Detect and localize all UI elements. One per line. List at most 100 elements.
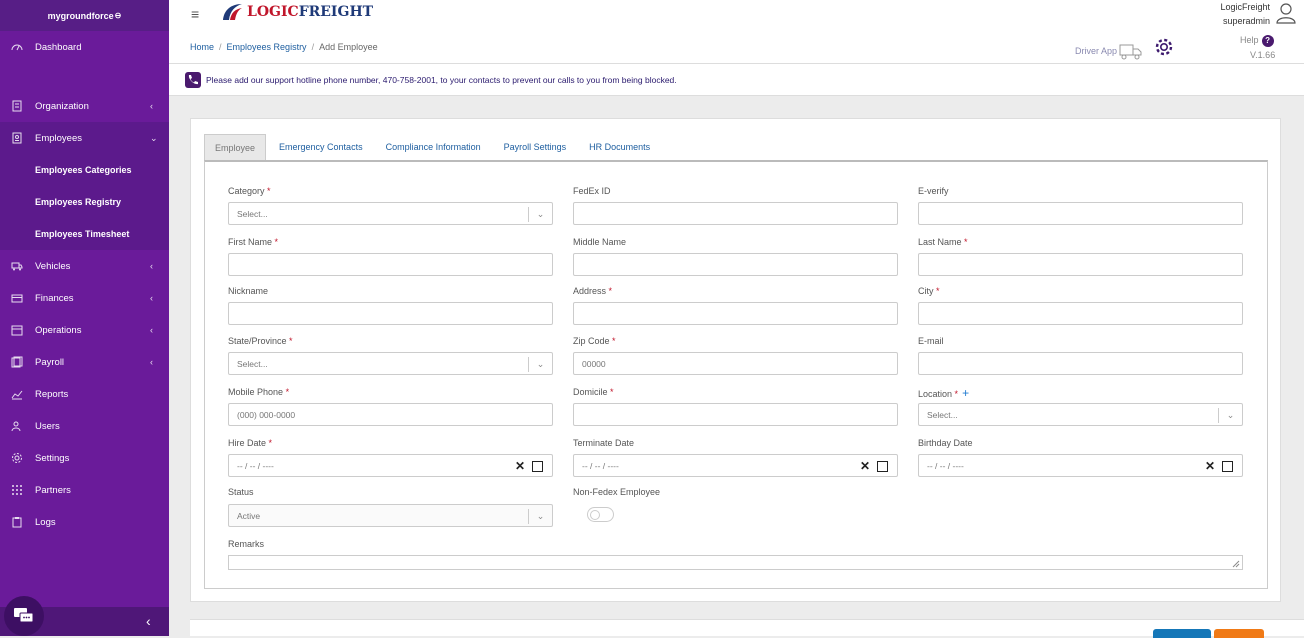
wallet-icon xyxy=(11,294,23,303)
mobile-phone-input[interactable]: (000) 000-0000 xyxy=(228,403,553,426)
breadcrumb-home[interactable]: Home xyxy=(190,42,214,52)
delivery-truck-icon xyxy=(1119,44,1142,60)
save-button[interactable] xyxy=(1153,629,1211,638)
terminate-date-label: Terminate Date xyxy=(573,438,635,448)
terminate-date-input[interactable]: -- / -- / ---- ✕ xyxy=(573,454,898,477)
tab-payroll-settings[interactable]: Payroll Settings xyxy=(494,134,577,160)
state-placeholder: Select... xyxy=(237,358,268,369)
non-fedex-employee-toggle[interactable] xyxy=(587,507,614,522)
calendar-icon[interactable] xyxy=(532,461,543,472)
help-link[interactable]: Help? xyxy=(1240,35,1274,47)
breadcrumb-separator: / xyxy=(219,42,222,52)
sidebar-item-finances[interactable]: Finances ‹ xyxy=(0,282,169,314)
zip-code-input[interactable]: 00000 xyxy=(573,352,898,375)
calendar-icon[interactable] xyxy=(877,461,888,472)
email-input[interactable] xyxy=(918,352,1243,375)
clear-icon[interactable]: ✕ xyxy=(1205,459,1215,473)
tab-emergency-contacts[interactable]: Emergency Contacts xyxy=(269,134,373,160)
hire-date-label: Hire Date * xyxy=(228,438,273,448)
terminate-date-placeholder: -- / -- / ---- xyxy=(582,460,619,471)
chevron-left-icon: ‹ xyxy=(150,325,153,335)
building-icon xyxy=(12,100,22,112)
cancel-button[interactable] xyxy=(1214,629,1264,638)
category-select[interactable]: Select... ⌄ xyxy=(228,202,553,225)
sidebar-item-employees[interactable]: Employees ⌄ xyxy=(0,122,169,154)
driver-app-link[interactable]: Driver App xyxy=(1075,42,1143,60)
e-verify-input[interactable] xyxy=(918,202,1243,225)
sidebar-item-label: Settings xyxy=(35,452,70,464)
hire-date-input[interactable]: -- / -- / ---- ✕ xyxy=(228,454,553,477)
user-avatar-icon[interactable] xyxy=(1276,2,1296,24)
nickname-label: Nickname xyxy=(228,286,269,296)
middle-name-input[interactable] xyxy=(573,253,898,276)
sidebar-item-payroll[interactable]: Payroll ‹ xyxy=(0,346,169,378)
chevron-down-icon: ⌄ xyxy=(528,357,552,372)
resize-handle-icon[interactable] xyxy=(1232,560,1240,568)
birthday-date-input[interactable]: -- / -- / ---- ✕ xyxy=(918,454,1243,477)
chevron-left-icon: ‹ xyxy=(150,293,153,303)
sidebar-subitem-employees-timesheet[interactable]: Employees Timesheet xyxy=(0,218,169,250)
chevron-left-icon: ‹ xyxy=(150,261,153,271)
driver-app-label: Driver App xyxy=(1075,46,1118,56)
location-select[interactable]: Select... ⌄ xyxy=(918,403,1243,426)
sidebar-item-settings[interactable]: Settings xyxy=(0,442,169,474)
birthday-date-placeholder: -- / -- / ---- xyxy=(927,460,964,471)
add-location-icon[interactable]: + xyxy=(962,386,969,400)
chevron-down-icon: ⌄ xyxy=(528,207,552,222)
sidebar-item-label: Dashboard xyxy=(35,41,82,53)
employee-tab-panel: Category * Select... ⌄ FedEx ID E-verify … xyxy=(204,160,1268,589)
address-input[interactable] xyxy=(573,302,898,325)
sidebar-item-vehicles[interactable]: Vehicles ‹ xyxy=(0,250,169,282)
city-input[interactable] xyxy=(918,302,1243,325)
logo[interactable]: LOGICFREIGHT xyxy=(221,2,373,22)
location-label: Location * + xyxy=(918,386,970,400)
sidebar-brand[interactable]: mygroundforce ⊖ xyxy=(0,0,169,31)
settings-gear-icon[interactable] xyxy=(1154,37,1174,57)
calendar-icon[interactable] xyxy=(1222,461,1233,472)
logo-text-logic: LOGIC xyxy=(247,4,299,20)
remarks-textarea[interactable] xyxy=(228,555,1243,570)
sidebar: mygroundforce ⊖ Dashboard Organization ‹ … xyxy=(0,0,169,636)
sidebar-item-label: Logs xyxy=(35,516,56,528)
tab-employee[interactable]: Employee xyxy=(204,134,267,160)
brand-dropdown-icon: ⊖ xyxy=(114,11,122,20)
chat-button[interactable] xyxy=(4,596,44,636)
tab-hr-documents[interactable]: HR Documents xyxy=(579,134,660,160)
sidebar-item-label: Partners xyxy=(35,484,71,496)
status-select[interactable]: Active ⌄ xyxy=(228,504,553,527)
sidebar-item-label: Payroll xyxy=(35,356,65,368)
user-info[interactable]: LogicFreight superadmin xyxy=(1220,0,1270,28)
menu-icon[interactable]: ≡ xyxy=(191,6,199,22)
fedex-id-input[interactable] xyxy=(573,202,898,225)
sidebar-item-operations[interactable]: Operations ‹ xyxy=(0,314,169,346)
last-name-input[interactable] xyxy=(918,253,1243,276)
sidebar-item-partners[interactable]: Partners xyxy=(0,474,169,506)
collapse-sidebar-icon[interactable]: ‹ xyxy=(146,613,151,629)
mobile-phone-placeholder: (000) 000-0000 xyxy=(237,409,296,420)
clear-icon[interactable]: ✕ xyxy=(860,459,870,473)
category-label: Category * xyxy=(228,186,271,196)
chart-icon xyxy=(11,390,23,400)
sidebar-item-users[interactable]: Users xyxy=(0,410,169,442)
zip-code-placeholder: 00000 xyxy=(582,358,606,369)
payroll-icon xyxy=(11,356,23,368)
state-select[interactable]: Select... ⌄ xyxy=(228,352,553,375)
first-name-input[interactable] xyxy=(228,253,553,276)
address-label: Address * xyxy=(573,286,613,296)
domicile-input[interactable] xyxy=(573,403,898,426)
sidebar-item-reports[interactable]: Reports xyxy=(0,378,169,410)
sidebar-item-dashboard[interactable]: Dashboard xyxy=(0,31,169,63)
sidebar-subitem-employees-categories[interactable]: Employees Categories xyxy=(0,154,169,186)
breadcrumb-employees-registry[interactable]: Employees Registry xyxy=(227,42,307,52)
tab-compliance-information[interactable]: Compliance Information xyxy=(376,134,491,160)
user-role: superadmin xyxy=(1222,16,1270,26)
nickname-input[interactable] xyxy=(228,302,553,325)
state-label: State/Province * xyxy=(228,336,293,346)
clear-icon[interactable]: ✕ xyxy=(515,459,525,473)
sidebar-subitem-label: Employees Timesheet xyxy=(35,229,130,239)
sidebar-item-logs[interactable]: Logs xyxy=(0,506,169,538)
sidebar-item-organization[interactable]: Organization ‹ xyxy=(0,90,169,122)
sidebar-subitem-employees-registry[interactable]: Employees Registry xyxy=(0,186,169,218)
sidebar-item-label: Reports xyxy=(35,388,69,400)
chevron-down-icon: ⌄ xyxy=(150,132,158,143)
